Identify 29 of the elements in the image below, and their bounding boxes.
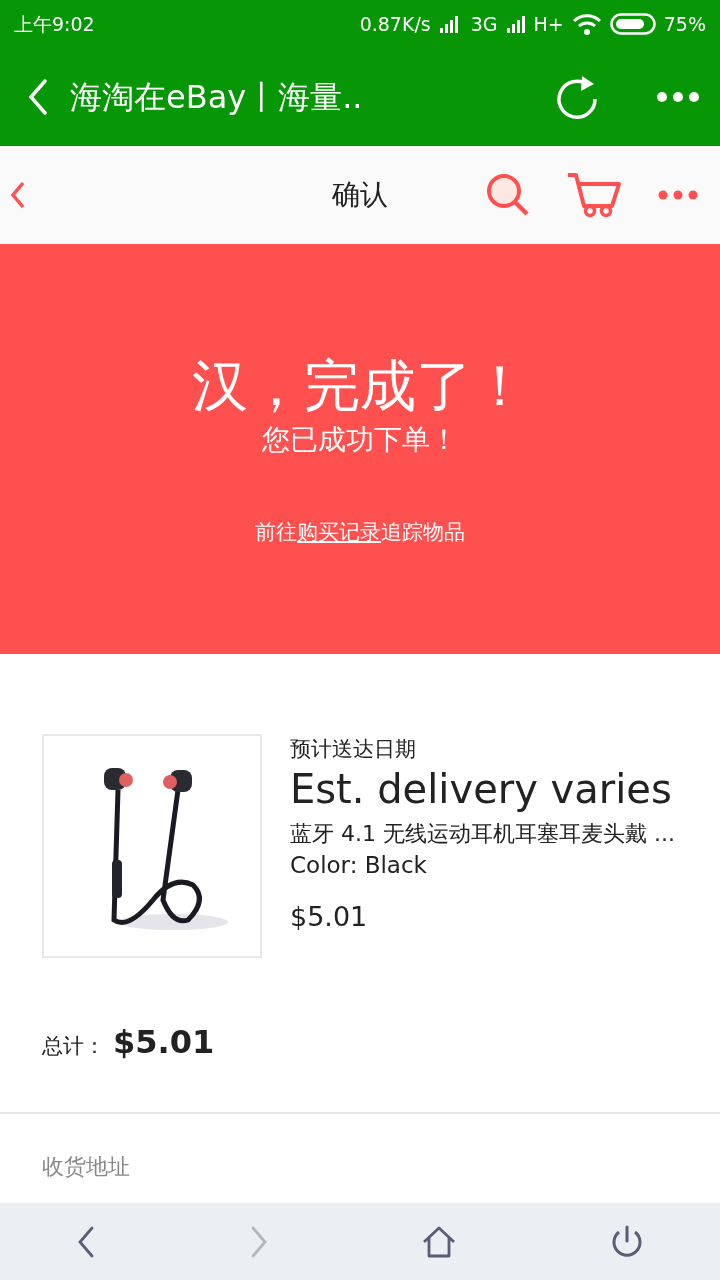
network-type: 3G <box>470 11 498 37</box>
item-variant: Color: Black <box>290 851 428 881</box>
more-icon[interactable] <box>656 91 700 103</box>
item-title: 蓝牙 4.1 无线运动耳机耳塞耳麦头戴 ... <box>290 819 676 848</box>
network-type: H+ <box>533 11 564 37</box>
cart-icon[interactable] <box>566 172 622 218</box>
delivery-estimate: Est. delivery varies <box>290 765 673 812</box>
status-time: 上午9:02 <box>14 11 95 37</box>
signal-icon <box>438 14 459 34</box>
page-title: 海淘在eBay丨海量.. <box>70 77 363 118</box>
more-icon[interactable] <box>658 190 698 200</box>
search-icon[interactable] <box>486 173 530 217</box>
wifi-icon <box>571 13 602 35</box>
refresh-icon[interactable] <box>554 73 600 121</box>
battery-level: 75% <box>663 11 706 37</box>
tracking-note: 前往购买记录追踪物品 <box>255 518 465 546</box>
success-subtitle: 您已成功下单！ <box>262 421 458 458</box>
total-amount: $5.01 <box>113 1022 215 1063</box>
battery-icon <box>609 13 656 35</box>
signal-icon <box>505 14 526 34</box>
page-heading: 确认 <box>332 177 388 213</box>
network-speed: 0.87K/s <box>359 11 431 37</box>
item-price: $5.01 <box>290 899 369 934</box>
success-heading: 汉，完成了！ <box>192 351 528 419</box>
address-label: 收货地址 <box>42 1153 131 1181</box>
purchase-history-link[interactable]: 购买记录 <box>297 519 381 544</box>
delivery-label: 预计送达日期 <box>290 736 417 763</box>
total-label: 总计： <box>42 1033 105 1060</box>
back-icon[interactable] <box>10 181 26 209</box>
